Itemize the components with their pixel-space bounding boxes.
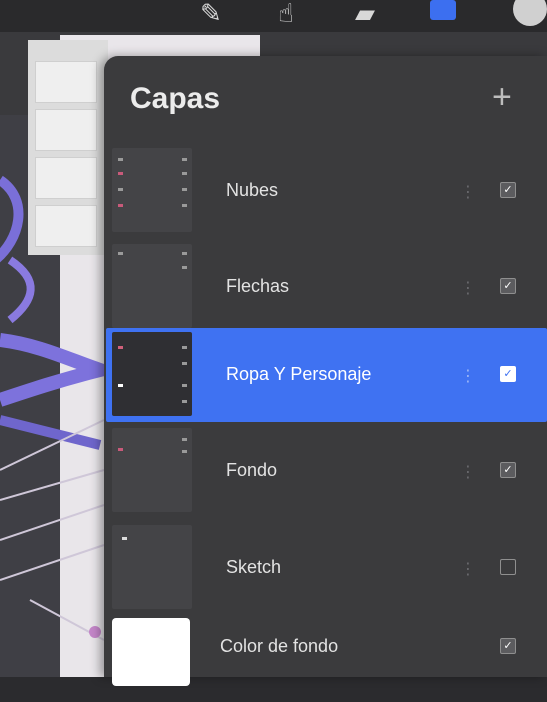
plus-icon[interactable]: + (492, 80, 512, 114)
layer-name: Color de fondo (220, 636, 339, 656)
layer-name: Flechas (226, 276, 290, 296)
color-icon[interactable] (513, 0, 547, 26)
layer-thumbnail[interactable] (112, 525, 192, 609)
layer-row[interactable]: Fondo ⋮ ✓ (106, 424, 547, 518)
background-color-swatch[interactable] (112, 618, 190, 686)
layer-name: Sketch (226, 557, 282, 577)
eraser-icon[interactable]: ▰ (355, 0, 375, 28)
layer-name: Fondo (226, 460, 278, 480)
layer-row[interactable]: Nubes ⋮ ✓ (106, 144, 547, 238)
panel-title: Capas (130, 82, 221, 115)
visibility-checkbox[interactable]: ✓ (500, 182, 516, 198)
blend-mode-icon[interactable]: ⋮ (460, 182, 476, 202)
brush-icon[interactable]: ✎ (200, 0, 222, 28)
blend-mode-icon[interactable]: ⋮ (460, 366, 476, 386)
visibility-checkbox[interactable]: ✓ (500, 462, 516, 478)
layers-panel: Capas + Nubes ⋮ ✓ Flechas ⋮ ✓ Ropa Y Per… (104, 56, 547, 686)
layer-row[interactable]: Sketch ⋮ (106, 521, 547, 615)
layer-thumbnail[interactable] (112, 244, 192, 328)
layer-row-selected[interactable]: Ropa Y Personaje ⋮ ✓ (106, 328, 547, 422)
layer-thumbnail[interactable] (112, 428, 192, 512)
layer-row[interactable]: Flechas ⋮ ✓ (106, 240, 547, 334)
blend-mode-icon[interactable]: ⋮ (460, 462, 476, 482)
layer-row-background[interactable]: Color de fondo ✓ (106, 608, 547, 702)
layer-name: Nubes (226, 180, 279, 200)
layers-icon[interactable] (430, 0, 456, 20)
blend-mode-icon[interactable]: ⋮ (460, 278, 476, 298)
smudge-icon[interactable]: ☝ (278, 0, 294, 28)
visibility-checkbox[interactable]: ✓ (500, 366, 516, 382)
visibility-checkbox[interactable]: ✓ (500, 638, 516, 654)
blend-mode-icon[interactable]: ⋮ (460, 559, 476, 579)
visibility-checkbox[interactable]: ✓ (500, 278, 516, 294)
layer-thumbnail[interactable] (112, 332, 192, 416)
layer-thumbnail[interactable] (112, 148, 192, 232)
visibility-checkbox[interactable] (500, 559, 516, 575)
top-toolbar: ✎ ☝ ▰ (0, 0, 547, 32)
layer-name: Ropa Y Personaje (226, 364, 372, 384)
